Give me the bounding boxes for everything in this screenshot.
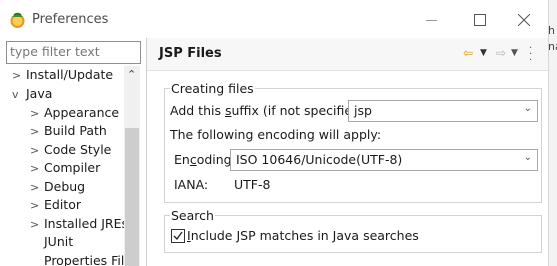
tree-item-build-path[interactable]: > Build Path <box>30 122 107 140</box>
maximize-icon <box>474 14 486 26</box>
background-text: na <box>548 40 557 53</box>
chevron-right-icon[interactable]: > <box>30 197 44 215</box>
preference-tree: > Install/Update v Java > Appearance > Build… <box>0 66 124 266</box>
forward-arrow-icon[interactable]: ⇨ <box>496 44 506 62</box>
encoding-combo[interactable]: ISO 10646/Unicode(UTF-8) ⌄ <box>230 149 538 171</box>
tree-item-junit[interactable]: JUnit <box>44 233 73 251</box>
tree-item-install-update[interactable]: > Install/Update <box>12 66 113 84</box>
iana-value: UTF-8 <box>234 177 271 192</box>
tree-scrollbar[interactable]: ⌃ <box>124 66 140 266</box>
close-button[interactable] <box>505 6 545 34</box>
creating-files-label: Creating files <box>170 81 255 96</box>
background-window: h na <box>548 0 557 266</box>
tree-item-label: Compiler <box>44 160 101 175</box>
chevron-right-icon[interactable]: > <box>30 179 44 197</box>
tree-item-editor[interactable]: > Editor <box>30 196 81 214</box>
chevron-down-icon[interactable]: v <box>12 86 26 104</box>
chevron-right-icon[interactable]: > <box>30 105 44 123</box>
scrollbar-thumb[interactable] <box>125 128 139 266</box>
checkbox-label-post: nclude JSP matches in Java searches <box>190 228 419 243</box>
encoding-mnemonic: c <box>189 152 197 167</box>
tree-item-label: Appearance <box>44 105 120 120</box>
pane-divider[interactable] <box>146 38 147 266</box>
tree-item-label: Build Path <box>44 123 107 138</box>
chevron-down-icon: ⌄ <box>523 152 532 163</box>
include-jsp-matches-checkbox[interactable] <box>171 229 185 243</box>
encoding-note: The following encoding will apply: <box>170 127 382 142</box>
chevron-right-icon[interactable]: > <box>12 67 26 85</box>
iana-label: IANA: <box>174 177 209 192</box>
chevron-up-icon[interactable]: ⌃ <box>127 68 136 81</box>
tree-item-code-style[interactable]: > Code Style <box>30 141 111 159</box>
tree-item-label: Editor <box>44 197 81 212</box>
checkmark-icon <box>173 231 183 241</box>
minimize-icon <box>426 20 437 21</box>
tree-item-label: Properties Files <box>44 253 124 266</box>
title-bar[interactable]: Preferences <box>0 0 548 38</box>
tree-item-appearance[interactable]: > Appearance <box>30 104 119 122</box>
encoding-label-pre: En <box>174 152 190 167</box>
filter-field[interactable] <box>6 41 141 64</box>
suffix-label: Add this suffix (if not specified): <box>170 103 369 118</box>
chevron-right-icon[interactable]: > <box>30 160 44 178</box>
preferences-window: Preferences >Install/Update vJava >Appea… <box>0 0 548 266</box>
suffix-combo[interactable]: jsp ⌄ <box>348 100 538 122</box>
forward-dropdown-icon[interactable]: ▼ <box>511 44 518 62</box>
tree-item-label: Code Style <box>44 142 112 157</box>
suffix-label-pre: Add this <box>170 103 225 118</box>
suffix-value: jsp <box>354 103 372 118</box>
include-jsp-matches-label[interactable]: Include JSP matches in Java searches <box>187 228 419 243</box>
chevron-right-icon[interactable]: > <box>30 216 44 234</box>
maximize-button[interactable] <box>460 6 500 34</box>
tree-item-label: Debug <box>44 179 86 194</box>
chevron-right-icon[interactable]: > <box>30 142 44 160</box>
tree-item-label: Install/Update <box>26 67 114 82</box>
search-group-label: Search <box>170 208 215 223</box>
tree-item-debug[interactable]: > Debug <box>30 178 85 196</box>
back-dropdown-icon[interactable]: ▼ <box>480 44 487 62</box>
chevron-down-icon: ⌄ <box>523 103 532 114</box>
background-text: h <box>548 24 555 37</box>
tree-item-label: Installed JREs <box>44 216 124 231</box>
tree-item-label: JUnit <box>44 234 74 249</box>
eclipse-app-icon <box>10 12 25 28</box>
page-title: JSP Files <box>159 46 222 61</box>
tree-item-label: Java <box>26 86 53 101</box>
tree-item-compiler[interactable]: > Compiler <box>30 159 100 177</box>
tree-item-properties-files[interactable]: Properties Files <box>44 252 124 266</box>
window-title: Preferences <box>32 12 109 27</box>
chevron-right-icon[interactable]: > <box>30 123 44 141</box>
minimize-button[interactable] <box>412 6 452 34</box>
tree-item-java[interactable]: v Java <box>12 85 52 103</box>
filter-input[interactable] <box>7 42 138 61</box>
tree-item-installed-jres[interactable]: > Installed JREs <box>30 215 124 233</box>
close-icon <box>518 14 530 26</box>
back-arrow-icon[interactable]: ⇦ <box>463 44 473 62</box>
encoding-label: Encoding: <box>174 152 236 167</box>
encoding-value: ISO 10646/Unicode(UTF-8) <box>236 152 403 167</box>
page-header: JSP Files ⇦ ▼ ⇨ ▼ · · · <box>147 38 548 71</box>
view-menu-icon[interactable]: · · · <box>529 44 532 66</box>
